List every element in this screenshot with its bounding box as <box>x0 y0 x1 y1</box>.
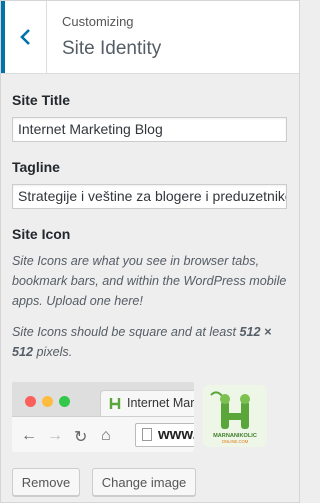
reload-icon: ↻ <box>74 429 88 446</box>
page-title: Site Identity <box>62 38 162 59</box>
minimize-dot-icon <box>42 396 53 407</box>
forward-arrow-icon: → <box>47 427 63 444</box>
close-dot-icon <box>25 396 36 407</box>
url-bar: www. <box>135 423 194 447</box>
site-title-input[interactable]: Internet Marketing Blog <box>12 117 287 142</box>
maximize-dot-icon <box>59 396 70 407</box>
page-icon <box>142 428 152 441</box>
back-button[interactable] <box>1 1 47 73</box>
site-icon-logo: MARNANIKOLIC ONLINE.COM <box>201 385 269 447</box>
site-icon-size-note: Site Icons should be square and at least… <box>12 325 272 359</box>
browser-toolbar: ← → ↻ ⌂ www. <box>12 416 194 452</box>
site-icon-section: Site Icon Site Icons are what you see in… <box>12 226 287 362</box>
logo-subtext: ONLINE.COM <box>222 439 249 444</box>
browser-tab: Internet Mark <box>100 390 194 416</box>
home-icon: ⌂ <box>101 427 111 444</box>
tagline-section: Tagline Strategije i veštine za blogere … <box>12 159 287 209</box>
url-text: www. <box>158 426 194 443</box>
site-title-label: Site Title <box>12 92 71 108</box>
window-controls <box>25 396 70 407</box>
back-arrow-icon: ← <box>21 427 37 444</box>
browser-preview: Internet Mark ← → ↻ ⌂ www. <box>12 382 194 452</box>
site-icon-label: Site Icon <box>12 226 71 242</box>
change-image-button[interactable]: Change image <box>92 468 196 496</box>
tab-title: Internet Mark <box>127 396 194 410</box>
site-icon-description: Site Icons are what you see in browser t… <box>12 254 287 308</box>
tagline-input[interactable]: Strategije i veštine za blogere i preduz… <box>12 184 287 209</box>
tagline-label: Tagline <box>12 159 60 175</box>
panel-header: Customizing Site Identity <box>1 1 299 74</box>
favicon-icon <box>109 398 121 409</box>
chevron-left-icon <box>19 29 30 45</box>
breadcrumb: Customizing <box>62 14 134 29</box>
customizer-panel: Customizing Site Identity Site Title Int… <box>0 0 300 503</box>
site-title-section: Site Title Internet Marketing Blog <box>12 92 287 142</box>
remove-button[interactable]: Remove <box>12 468 80 496</box>
